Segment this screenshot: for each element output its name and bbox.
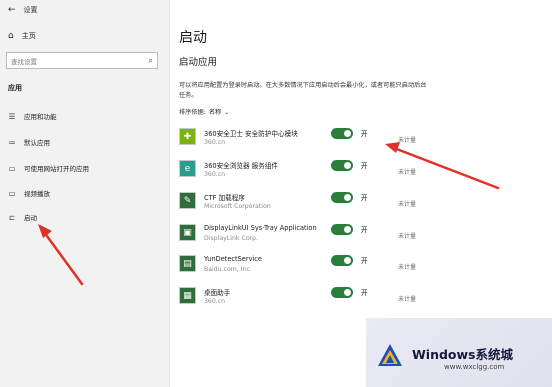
app-icon: ✎	[179, 192, 196, 209]
sidebar: ← 设置 ⌂ 主页 查找设置 ⌕ 应用 ☰ 应用和功能 ≔ 默认应用 ▭ 可使用…	[0, 0, 170, 387]
sort-label: 排序依据:	[179, 109, 206, 116]
startup-toggle[interactable]	[331, 128, 353, 139]
sidebar-item-websites-apps[interactable]: ▭ 可使用网站打开的应用	[0, 158, 170, 178]
sidebar-item-label: 启动	[24, 214, 37, 222]
sort-dropdown[interactable]: 排序依据: 名称 ⌄	[179, 107, 229, 116]
sort-value: 名称	[208, 109, 222, 116]
home-label: 主页	[21, 32, 36, 40]
app-name: DisplayLinkUI Sys-Tray Application	[204, 224, 317, 232]
startup-impact: 未计量	[398, 169, 417, 176]
window-title: 设置	[23, 6, 38, 14]
startup-toggle[interactable]	[331, 224, 353, 235]
startup-impact: 未计量	[398, 296, 417, 303]
app-icon: ▦	[179, 287, 196, 304]
search-icon[interactable]: ⌕	[149, 56, 153, 66]
startup-app-row: e 360安全浏览器 服务组件 360.cn 开 未计量	[179, 159, 419, 183]
watermark-url: www.wxclgg.com	[444, 363, 505, 371]
toggle-knob	[344, 257, 351, 264]
startup-app-row: ✎ CTF 加载程序 Microsoft Corporation 开 未计量	[179, 191, 419, 215]
page-title: 启动	[179, 30, 207, 46]
title-bar: ← 设置	[8, 4, 38, 16]
app-name: 360安全浏览器 服务组件	[204, 162, 279, 170]
app-icon: ✚	[179, 128, 196, 145]
toggle-knob	[344, 289, 351, 296]
watermark-logo-icon	[378, 344, 402, 366]
sidebar-item-default-apps[interactable]: ≔ 默认应用	[0, 132, 170, 152]
toggle-knob	[344, 162, 351, 169]
app-publisher: 360.cn	[204, 139, 226, 146]
app-icon: e	[179, 160, 196, 177]
startup-app-row: ▤ YunDetectService Baidu.com, Inc. 开 未计量	[179, 254, 419, 278]
toggle-state-label: 开	[361, 194, 368, 202]
app-publisher: 360.cn	[204, 298, 226, 305]
section-heading: 应用	[8, 84, 22, 92]
sidebar-item-label: 视频播放	[24, 190, 50, 198]
sidebar-item-label: 可使用网站打开的应用	[24, 165, 89, 173]
app-name: 桌面助手	[204, 289, 231, 297]
toggle-knob	[344, 194, 351, 201]
chevron-down-icon: ⌄	[224, 109, 230, 116]
toggle-state-label: 开	[361, 162, 368, 170]
app-publisher: 360.cn	[204, 171, 226, 178]
sidebar-item-label: 应用和功能	[24, 113, 57, 121]
startup-app-row: ▣ DisplayLinkUI Sys-Tray Application Dis…	[179, 223, 419, 247]
toggle-knob	[344, 226, 351, 233]
app-icon: ▤	[179, 255, 196, 272]
toggle-knob	[344, 130, 351, 137]
watermark-title: Windows系统城	[412, 347, 513, 362]
app-publisher: Baidu.com, Inc.	[204, 266, 252, 273]
toggle-state-label: 开	[361, 130, 368, 138]
sidebar-item-startup[interactable]: ⊏ 启动	[0, 207, 170, 227]
startup-toggle[interactable]	[331, 287, 353, 298]
startup-impact: 未计量	[398, 201, 417, 208]
toggle-state-label: 开	[361, 289, 368, 297]
startup-toggle[interactable]	[331, 192, 353, 203]
app-name: 360安全卫士 安全防护中心模块	[204, 130, 298, 138]
app-publisher: Microsoft Corporation	[204, 203, 271, 210]
startup-app-row: ▦ 桌面助手 360.cn 开 未计量	[179, 286, 419, 310]
startup-toggle[interactable]	[331, 160, 353, 171]
description: 可以将应用配置为登录时启动。在大多数情况下应用启动后会最小化，或者可能只启动后台…	[179, 82, 427, 99]
startup-impact: 未计量	[398, 264, 417, 271]
app-name: YunDetectService	[204, 255, 262, 263]
video-icon: ▭	[8, 188, 16, 198]
startup-icon: ⊏	[8, 212, 16, 222]
toggle-state-label: 开	[361, 257, 368, 265]
sidebar-item-apps-features[interactable]: ☰ 应用和功能	[0, 106, 170, 126]
startup-impact: 未计量	[398, 137, 417, 144]
sidebar-item-home[interactable]: ⌂ 主页	[8, 31, 36, 41]
home-icon: ⌂	[8, 31, 14, 41]
startup-app-row: ✚ 360安全卫士 安全防护中心模块 360.cn 开 未计量	[179, 127, 419, 151]
search-input[interactable]: 查找设置 ⌕	[6, 52, 158, 69]
back-arrow-icon[interactable]: ←	[8, 5, 16, 15]
watermark: Windows系统城 www.wxclgg.com	[366, 318, 552, 387]
sidebar-item-video[interactable]: ▭ 视频播放	[0, 183, 170, 203]
app-name: CTF 加载程序	[204, 194, 245, 202]
search-placeholder: 查找设置	[11, 57, 37, 66]
startup-toggle[interactable]	[331, 255, 353, 266]
app-publisher: DisplayLink Corp.	[204, 235, 258, 242]
apps-list-icon: ☰	[8, 111, 16, 121]
default-apps-icon: ≔	[8, 137, 16, 147]
sidebar-item-label: 默认应用	[24, 139, 50, 147]
websites-apps-icon: ▭	[8, 163, 16, 173]
app-icon: ▣	[179, 224, 196, 241]
startup-impact: 未计量	[398, 233, 417, 240]
section-title: 启动应用	[179, 57, 218, 68]
toggle-state-label: 开	[361, 226, 368, 234]
